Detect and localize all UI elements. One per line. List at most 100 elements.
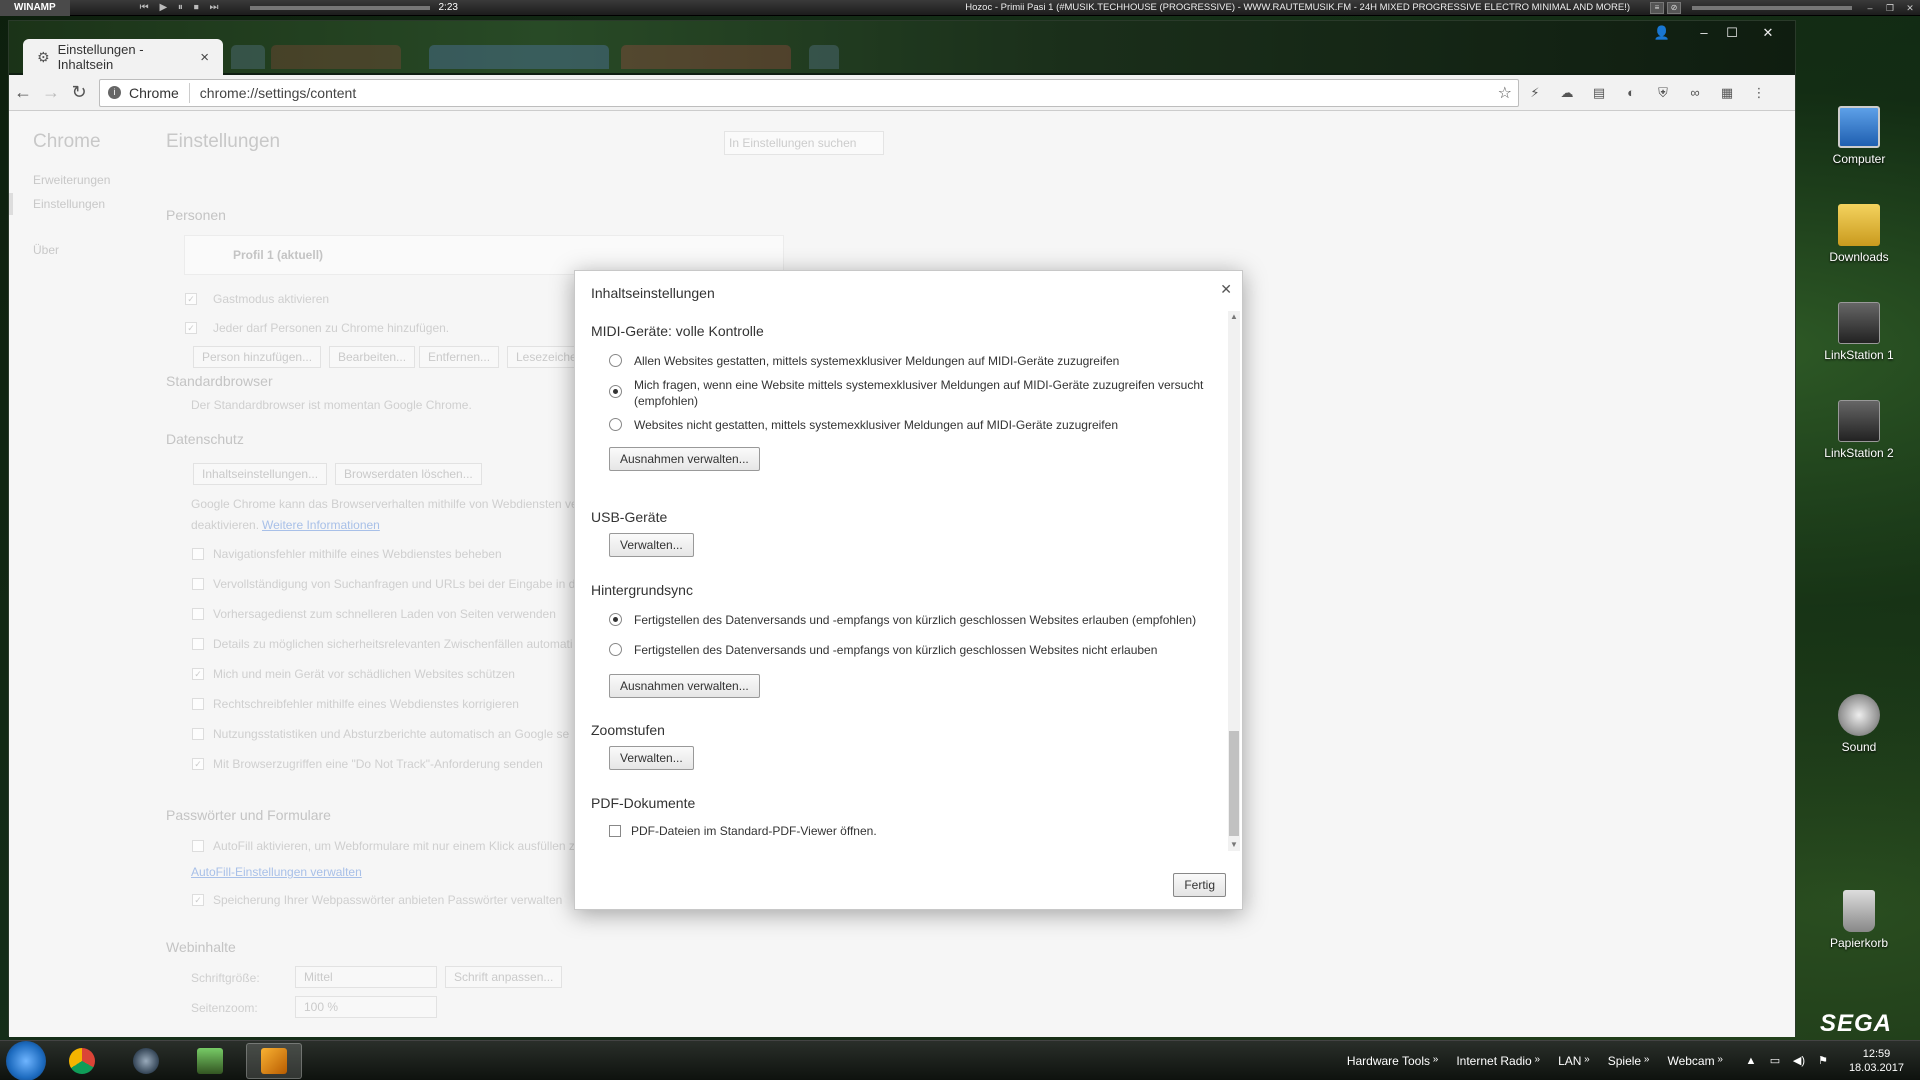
url-text[interactable]: chrome://settings/content (190, 85, 356, 101)
bgsync-exceptions-button[interactable]: Ausnahmen verwalten... (609, 674, 760, 698)
toolbar-spiele[interactable]: Spiele (1608, 1054, 1650, 1068)
desktop-icon-downloads[interactable]: Downloads (1818, 204, 1900, 264)
address-bar[interactable]: i Chrome chrome://settings/content ☆ (99, 78, 1519, 107)
tab-background-4[interactable] (621, 45, 791, 69)
close-icon[interactable]: × (200, 49, 209, 66)
add-person-button[interactable]: Person hinzufügen... (193, 346, 322, 368)
kebab-menu-icon[interactable]: ⋮ (1743, 85, 1775, 101)
checkbox-privacy-1[interactable] (192, 548, 204, 560)
checkbox-privacy-3[interactable] (192, 608, 204, 620)
profile-card[interactable]: Profil 1 (aktuell) (184, 235, 784, 275)
winamp-minimize-icon[interactable]: – (1863, 2, 1877, 14)
pdf-option-row[interactable]: PDF-Dateien im Standard-PDF-Viewer öffne… (609, 823, 1211, 839)
toolbar-lan[interactable]: LAN (1558, 1054, 1590, 1068)
checkbox-privacy-5[interactable]: ✓ (192, 668, 204, 680)
dialog-close-icon[interactable]: ✕ (1220, 281, 1232, 298)
new-tab-button[interactable] (809, 45, 839, 69)
desktop-icon-linkstation-1[interactable]: LinkStation 1 (1818, 302, 1900, 362)
tab-settings[interactable]: ⚙ Einstellungen - Inhaltsein × (23, 39, 223, 75)
extension-shield-icon[interactable]: ⛨ (1647, 85, 1679, 101)
winamp-menu-icon[interactable]: ≡ (1650, 1, 1664, 14)
back-arrow-icon[interactable]: ← (9, 82, 37, 103)
taskbar-steam[interactable] (118, 1043, 174, 1079)
winamp-seek-bar[interactable] (1692, 5, 1852, 10)
taskbar-file-manager[interactable] (182, 1043, 238, 1079)
checkbox-privacy-2[interactable] (192, 578, 204, 590)
edit-person-button[interactable]: Bearbeiten... (329, 346, 416, 368)
desktop-icon-recycle-bin[interactable]: Papierkorb (1818, 890, 1900, 950)
customize-fonts-button[interactable]: Schrift anpassen... (445, 966, 563, 988)
tray-expand-icon[interactable]: ▲ (1743, 1055, 1759, 1067)
checkbox-privacy-6[interactable] (192, 698, 204, 710)
pdf-checkbox[interactable] (609, 825, 621, 837)
extension-cloud-icon[interactable]: ☁ (1551, 85, 1583, 101)
checkbox-guest[interactable]: ✓ (185, 293, 197, 305)
extension-flash-icon[interactable]: ⚡ (1519, 85, 1551, 101)
page-zoom-select[interactable]: 100 % (295, 996, 437, 1018)
checkbox-privacy-7[interactable] (192, 728, 204, 740)
zoom-manage-button[interactable]: Verwalten... (609, 746, 694, 770)
maximize-icon[interactable]: ☐ (1719, 23, 1745, 43)
bgsync-allow-row[interactable]: Fertigstellen des Datenversands und -emp… (591, 612, 1214, 628)
network-icon[interactable]: ▭ (1767, 1054, 1783, 1067)
scroll-up-arrow-icon[interactable]: ▲ (1228, 311, 1240, 323)
desktop-icon-sound[interactable]: Sound (1818, 694, 1900, 754)
bgsync-block-radio[interactable] (609, 643, 622, 656)
taskbar-winamp[interactable] (246, 1042, 302, 1079)
midi-exceptions-button[interactable]: Ausnahmen verwalten... (609, 447, 760, 471)
extension-glasses-icon[interactable]: ∞ (1679, 85, 1711, 100)
sidebar-item-about[interactable]: Über (33, 243, 59, 257)
checkbox-privacy-8[interactable]: ✓ (192, 758, 204, 770)
midi-block-row[interactable]: Websites nicht gestatten, mittels system… (591, 417, 1214, 433)
bgsync-allow-radio[interactable] (609, 613, 622, 626)
midi-allow-row[interactable]: Allen Websites gestatten, mittels system… (591, 353, 1214, 369)
autofill-settings-link[interactable]: AutoFill-Einstellungen verwalten (191, 865, 362, 879)
scroll-down-arrow-icon[interactable]: ▼ (1228, 839, 1240, 851)
content-settings-button[interactable]: Inhaltseinstellungen... (193, 463, 328, 485)
midi-block-radio[interactable] (609, 418, 622, 431)
sidebar-item-settings[interactable]: Einstellungen (33, 197, 105, 211)
flag-icon[interactable]: ⚑ (1815, 1054, 1831, 1067)
privacy-more-info-link[interactable]: Weitere Informationen (262, 518, 380, 532)
system-clock[interactable]: 12:59 18.03.2017 (1849, 1047, 1904, 1075)
bgsync-block-row[interactable]: Fertigstellen des Datenversands und -emp… (591, 642, 1214, 658)
window-close-icon[interactable]: ✕ (1755, 23, 1781, 43)
star-icon[interactable]: ☆ (1498, 83, 1512, 103)
checkbox-privacy-4[interactable] (192, 638, 204, 650)
midi-allow-radio[interactable] (609, 354, 622, 367)
done-button[interactable]: Fertig (1173, 873, 1226, 897)
profile-icon[interactable]: 👤 (1649, 23, 1675, 43)
tab-background-1[interactable] (231, 45, 265, 69)
minimize-icon[interactable]: – (1691, 23, 1717, 43)
checkbox-save-passwords[interactable]: ✓ (192, 894, 204, 906)
usb-manage-button[interactable]: Verwalten... (609, 533, 694, 557)
remove-person-button[interactable]: Entfernen... (419, 346, 500, 368)
midi-ask-radio[interactable] (609, 385, 622, 398)
winamp-restore-icon[interactable]: ❐ (1883, 2, 1897, 14)
settings-search-input[interactable]: In Einstellungen suchen (724, 131, 884, 155)
extension-proxy-icon[interactable]: ◐ (1615, 85, 1647, 100)
toolbar-hardware-tools[interactable]: Hardware Tools (1347, 1054, 1439, 1068)
tab-background-3[interactable] (429, 45, 609, 69)
midi-ask-row[interactable]: Mich fragen, wenn eine Website mittels s… (591, 377, 1214, 409)
scrollbar-thumb[interactable] (1229, 731, 1239, 836)
sidebar-item-extensions[interactable]: Erweiterungen (33, 173, 110, 187)
winamp-pin-icon[interactable]: ⊘ (1667, 1, 1681, 14)
desktop-icon-linkstation-2[interactable]: LinkStation 2 (1818, 400, 1900, 460)
reload-icon[interactable]: ↻ (65, 82, 93, 103)
checkbox-anyone[interactable]: ✓ (185, 322, 197, 334)
tab-background-2[interactable] (271, 45, 401, 69)
extension-calendar-icon[interactable]: ▦ (1711, 85, 1743, 101)
volume-icon[interactable]: ◀) (1791, 1054, 1807, 1067)
winamp-volume-slider[interactable] (250, 5, 431, 10)
clear-browsing-data-button[interactable]: Browserdaten löschen... (335, 463, 482, 485)
taskbar-chrome[interactable] (54, 1043, 110, 1079)
winamp-close-icon[interactable]: ✕ (1903, 2, 1917, 14)
winamp-playback-controls[interactable]: ⏮ ▶ ⏸ ⏹ ⏭ (140, 2, 223, 13)
checkbox-autofill[interactable] (192, 840, 204, 852)
security-chip[interactable]: i Chrome (100, 82, 190, 103)
desktop-icon-computer[interactable]: Computer (1818, 106, 1900, 166)
toolbar-internet-radio[interactable]: Internet Radio (1456, 1054, 1540, 1068)
dialog-scrollbar[interactable]: ▲ ▼ (1228, 311, 1240, 851)
start-button[interactable] (6, 1040, 46, 1080)
